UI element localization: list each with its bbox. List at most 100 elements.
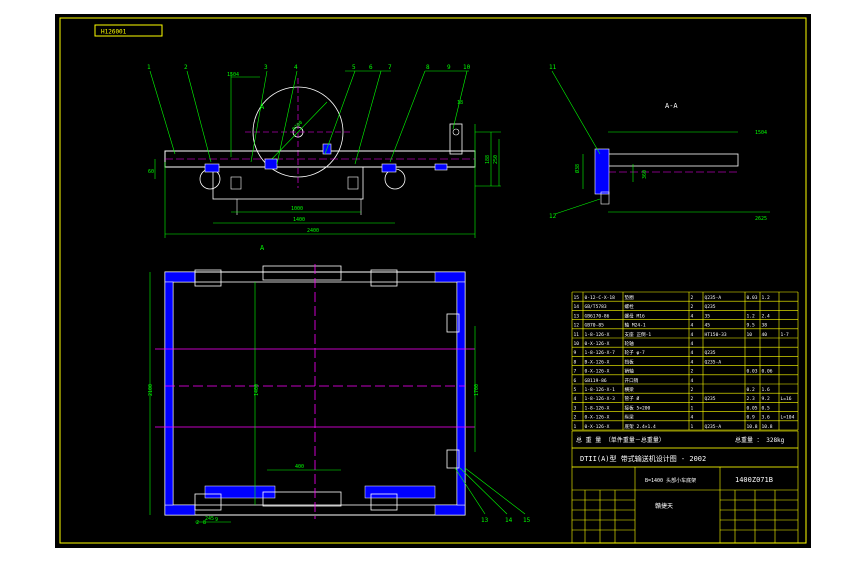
plan-label-2: 2 — [196, 520, 199, 526]
bom-cell-name: 螺母 M16 — [625, 312, 645, 319]
bom-cell-no: 5 — [574, 387, 577, 393]
bom-cell-w2: 1.6 — [762, 387, 771, 393]
plan-dim-right: 1700 — [474, 384, 480, 396]
bom-cell-name: 销轴 — [625, 368, 635, 375]
bom-cell-qty: 4 — [691, 332, 694, 338]
bom-cell-no: 10 — [574, 341, 580, 347]
bom-cell-name: 挡板 — [625, 358, 635, 365]
bom-cell-qty: 4 — [691, 415, 694, 421]
bom-cell-no: 8 — [574, 359, 577, 365]
dim-right-h2: 250 — [493, 155, 499, 164]
dim-left-small: 60 — [148, 169, 154, 175]
balloon-13: 13 — [481, 517, 489, 524]
balloon-6: 6 — [369, 64, 373, 71]
design-unit: 贛捷天 — [655, 502, 673, 510]
bom-cell-w1: 0.05 — [747, 405, 758, 411]
drawing-title: DTII(A)型 带式输送机设计图 - 2002 — [580, 454, 706, 463]
balloon-9: 9 — [447, 64, 451, 71]
bom-cell-w1: 0.2 — [747, 387, 756, 393]
section-view: A-A 1504 2625 Ø38 360 11 12 — [549, 64, 770, 222]
balloon-1: 1 — [147, 64, 151, 71]
bom-cell-code: GB6170-86 — [585, 313, 610, 319]
plan-dim-left: 2100 — [148, 384, 154, 396]
plan-label-8: 8 — [203, 520, 206, 526]
bom-cell-qty: 4 — [691, 313, 694, 319]
bom-cell-note: L=104 — [781, 415, 795, 421]
bom-cell-w1: 9.5 — [747, 323, 756, 329]
bom-cell-no: 13 — [574, 313, 580, 319]
plan-view: 2100 1400 1700 400 245 2 8 9 13 14 15 — [148, 264, 531, 526]
bom-cell-mat: Q235-A — [705, 424, 722, 430]
bom-cell-qty: 2 — [691, 369, 694, 375]
bom-cell-w1: 0.9 — [747, 415, 756, 421]
bom-table: 15 0-12-C-X-18 垫圈 2 Q235-A 0.03 1.214 GB/T5783 螺… — [571, 291, 799, 449]
bom-cell-name: 管子 Ø — [625, 395, 640, 402]
bom-cell-note: L=16 — [781, 396, 792, 402]
bom-cell-name: 接板 5×200 — [625, 404, 651, 411]
bom-cell-code: B-X-126-X — [585, 359, 610, 365]
bom-cell-w1: 10 — [747, 332, 753, 338]
bom-cell-no: 12 — [574, 323, 580, 329]
dim-width-top: 1504 — [227, 72, 239, 78]
bom-cell-code: GB70-85 — [585, 323, 605, 329]
drawing-code-label: H126001 — [101, 29, 127, 36]
bom-cell-qty: 2 — [691, 295, 694, 301]
bom-cell-no: 11 — [574, 332, 580, 338]
section-label: A-A — [665, 102, 678, 110]
section-beam — [607, 153, 739, 167]
balloon-2: 2 — [184, 64, 188, 71]
bom-cell-code: GB119-86 — [585, 378, 607, 384]
bom-cell-qty: 1 — [691, 405, 694, 411]
bom-cell-w2: 10.8 — [762, 424, 773, 430]
title-block: DTII(A)型 带式输送机设计图 - 2002 B=1400 头部小车底架 1… — [571, 447, 799, 544]
bom-cell-w2: 38 — [762, 323, 768, 329]
bom-cell-w2: 3.6 — [762, 415, 771, 421]
bom-cell-code: 1-8-126-X — [585, 405, 610, 411]
bom-cell-no: 4 — [574, 396, 577, 402]
section-dim-mid: 360 — [642, 170, 648, 179]
section-dim-left: Ø38 — [574, 164, 581, 173]
bom-cell-w2: 0.06 — [762, 369, 773, 375]
bom-cell-code: 0-X-126-X — [585, 415, 610, 421]
bom-cell-mat: HT150-33 — [705, 332, 727, 338]
bom-cell-qty: 4 — [691, 378, 694, 384]
bom-cell-note: 1-7 — [781, 332, 790, 338]
dim-inner-1: 1000 — [291, 206, 303, 212]
bom-cell-code: 1-8-126-X — [585, 332, 610, 338]
cad-viewer: H126001 R700 1504 1000 1400 2400 60 188 … — [0, 0, 867, 562]
bom-cell-code: GB/T5783 — [585, 304, 607, 310]
bom-cell-qty: 2 — [691, 387, 694, 393]
bom-cell-w1: 2.3 — [747, 396, 756, 402]
balloon-7: 7 — [388, 64, 392, 71]
balloon-8: 8 — [426, 64, 430, 71]
bom-cell-no: 14 — [574, 304, 580, 310]
bom-cell-mat: Q235 — [705, 350, 716, 356]
bom-cell-mat: 35 — [705, 313, 711, 319]
bom-total-right: 总重量 ： 328kg — [735, 436, 785, 444]
section-dim-top: 1504 — [755, 130, 767, 136]
bom-cell-code: 1-8-126-X-7 — [585, 350, 616, 356]
bom-cell-qty: 4 — [691, 323, 694, 329]
bom-cell-w2: 40 — [762, 332, 768, 338]
bom-cell-name: 螺栓 — [625, 303, 635, 310]
bom-cell-code: 1-8-126-X-3 — [585, 396, 616, 402]
balloon-12: 12 — [549, 213, 557, 220]
section-dim-bottom: 2625 — [755, 216, 767, 222]
top-balloons: 1 2 3 4 5 6 7 8 9 10 — [147, 64, 471, 71]
bom-cell-w1: 10.8 — [747, 424, 758, 430]
plan-label-9: 9 — [215, 517, 218, 523]
bom-cell-no: 2 — [574, 415, 577, 421]
bom-cell-name: 纵梁 — [625, 414, 635, 421]
bom-cell-w2: 1.2 — [762, 295, 771, 301]
bom-cell-name: 底架 2.4×1.4 — [625, 423, 657, 430]
bom-cell-w1: 1.2 — [747, 313, 756, 319]
bom-cell-name: 横梁 — [625, 386, 635, 393]
bom-cell-name: 开口销 — [625, 377, 639, 384]
bom-cell-w1: 0.03 — [747, 369, 758, 375]
plan-dim-bottom-1: 400 — [295, 464, 304, 470]
balloon-4: 4 — [294, 64, 298, 71]
bom-cell-code: 0-12-C-X-18 — [585, 295, 616, 301]
bom-cell-name: 轮轴 — [625, 340, 635, 347]
bom-cell-qty: 2 — [691, 304, 694, 310]
bom-cell-no: 6 — [574, 378, 577, 384]
